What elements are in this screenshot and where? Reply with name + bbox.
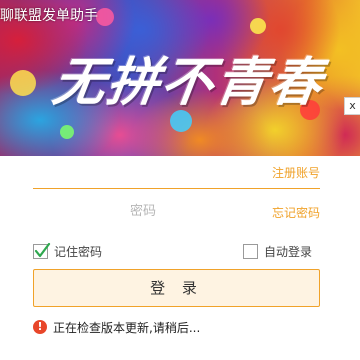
paint-splash — [96, 8, 114, 26]
auto-login-checkbox[interactable] — [243, 243, 258, 259]
remember-password-checkbox[interactable] — [33, 242, 51, 259]
paint-splash — [60, 125, 74, 139]
register-link[interactable]: 注册账号 — [272, 164, 320, 181]
status-text: 正在检查版本更新,请稍后... — [53, 320, 201, 335]
remember-password-option[interactable]: 记住密码 — [33, 242, 102, 260]
account-field-row: 注册账号 — [33, 161, 320, 189]
forgot-password-link[interactable]: 忘记密码 — [272, 204, 320, 221]
login-button[interactable]: 登 录 — [33, 269, 320, 307]
remember-password-label: 记住密码 — [54, 244, 103, 259]
auto-login-label: 自动登录 — [264, 244, 313, 259]
warning-icon: ! — [33, 320, 47, 334]
checkmark-icon — [34, 242, 51, 257]
window-title: 聊联盟发单助手 — [0, 8, 98, 24]
password-field-row: 忘记密码 — [33, 200, 320, 224]
status-message: ! 正在检查版本更新,请稍后... — [33, 318, 200, 336]
account-input[interactable] — [33, 161, 253, 183]
password-input[interactable] — [33, 200, 253, 222]
slogan-calligraphy: 无拼不青春 — [49, 52, 328, 113]
paint-splash — [250, 18, 266, 34]
close-button[interactable]: x — [344, 97, 360, 115]
banner-image: 聊联盟发单助手 无拼不青春 x — [0, 0, 360, 156]
paint-splash — [10, 70, 36, 96]
auto-login-option[interactable]: 自动登录 — [243, 242, 312, 260]
